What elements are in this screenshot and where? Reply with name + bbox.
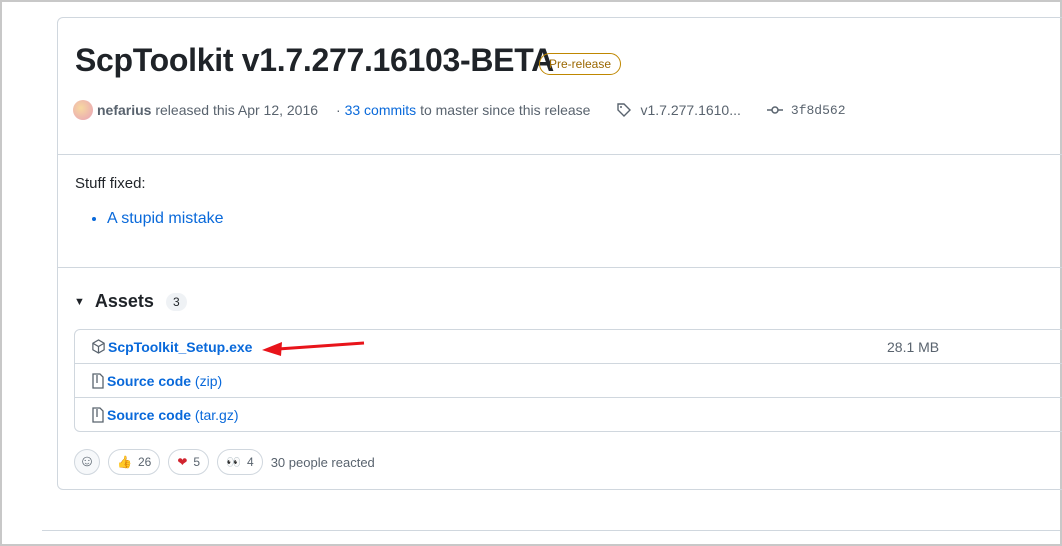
reaction-count: 5 xyxy=(193,455,201,469)
reaction-heart[interactable]: ❤ 5 xyxy=(168,449,210,475)
reaction-count: 26 xyxy=(137,455,152,469)
assets-toggle[interactable]: ▼ Assets 3 xyxy=(74,291,187,312)
commits-text: to master since this release xyxy=(420,102,591,118)
avatar[interactable] xyxy=(73,100,93,120)
file-zip-icon xyxy=(92,406,104,423)
caret-down-icon: ▼ xyxy=(74,295,85,308)
tag-icon xyxy=(617,103,632,117)
reaction-thumbs-up[interactable]: 👍 26 xyxy=(108,449,161,475)
reactions-summary: 30 people reacted xyxy=(270,454,375,470)
asset-size: 28.1 MB xyxy=(887,338,940,355)
heart-icon: ❤ xyxy=(177,455,188,469)
asset-row: Source code (zip) xyxy=(75,363,1062,397)
divider xyxy=(42,530,1060,531)
release-date: released this Apr 12, 2016 xyxy=(155,102,319,118)
release-meta: nefarius released this Apr 12, 2016 · 33… xyxy=(73,100,846,120)
release-notes: Stuff fixed: A stupid mistake xyxy=(75,175,224,228)
file-zip-icon xyxy=(92,372,104,389)
smiley-icon: ☺ xyxy=(78,453,96,470)
commit-icon xyxy=(766,106,783,114)
package-icon xyxy=(92,339,105,354)
red-arrow-annotation xyxy=(262,341,365,356)
tag-link[interactable]: v1.7.277.1610... xyxy=(640,102,740,118)
pre-release-badge: Pre-release xyxy=(539,53,622,75)
thumbs-up-icon: 👍 xyxy=(117,455,132,469)
commit-link[interactable]: 3f8d562 xyxy=(791,103,846,118)
assets-list: ScpToolkit_Setup.exe 28.1 MB Source code… xyxy=(74,329,1062,432)
reaction-count: 4 xyxy=(247,455,254,469)
add-reaction-button[interactable]: ☺ xyxy=(74,449,100,475)
reaction-eyes[interactable]: 👀 4 xyxy=(217,449,263,475)
assets-count: 3 xyxy=(165,292,187,311)
eyes-icon: 👀 xyxy=(226,455,242,469)
author-link[interactable]: nefarius xyxy=(97,102,151,118)
assets-heading: Assets xyxy=(94,291,154,311)
asset-link-setup-exe[interactable]: ScpToolkit_Setup.exe xyxy=(108,339,252,355)
asset-row: ScpToolkit_Setup.exe 28.1 MB xyxy=(75,330,1062,363)
asset-link-source-targz[interactable]: Source code (tar.gz) xyxy=(107,407,239,423)
asset-link-source-zip[interactable]: Source code (zip) xyxy=(107,373,222,389)
asset-row: Source code (tar.gz) xyxy=(75,397,1062,431)
release-card: ScpToolkit v1.7.277.16103-BETA Pre-relea… xyxy=(57,17,1062,490)
release-title: ScpToolkit v1.7.277.16103-BETA xyxy=(75,42,554,78)
notes-item-link[interactable]: A stupid mistake xyxy=(107,210,224,228)
reactions: ☺ 👍 26 ❤ 5 👀 4 30 people reacted xyxy=(74,449,375,475)
notes-heading: Stuff fixed: xyxy=(75,175,146,192)
divider xyxy=(58,267,1062,268)
commits-link[interactable]: 33 commits xyxy=(345,102,417,118)
divider xyxy=(58,154,1062,155)
